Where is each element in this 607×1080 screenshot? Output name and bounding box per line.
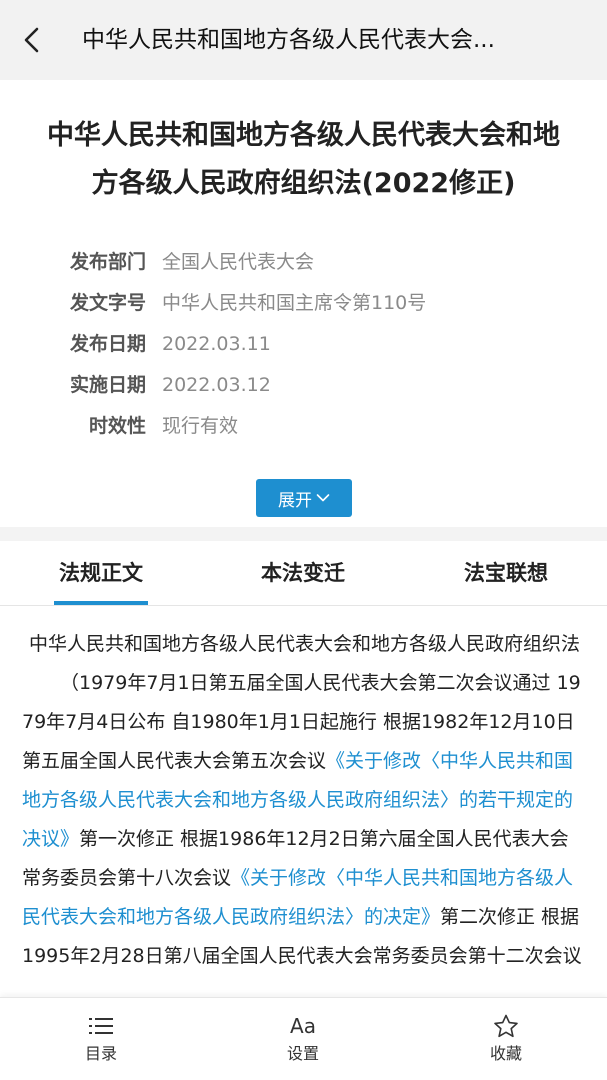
meta-label: 发布日期 xyxy=(69,333,146,355)
back-button[interactable] xyxy=(12,20,52,60)
document-title-line1: 中华人民共和国地方各级人民代表大会和地 xyxy=(47,120,560,151)
meta-label: 时效性 xyxy=(88,415,146,437)
meta-row-validity: 时效性 现行有效 xyxy=(0,406,607,447)
toc-label: 目录 xyxy=(84,1044,117,1063)
active-tab-indicator xyxy=(54,601,148,605)
settings-label: 设置 xyxy=(286,1044,319,1063)
meta-label: 发布部门 xyxy=(69,251,146,273)
meta-row-doc-number: 发文字号 中华人民共和国主席令第110号 xyxy=(0,283,607,324)
favorite-button[interactable]: 收藏 xyxy=(446,998,566,1080)
meta-value: 2022.03.12 xyxy=(162,374,271,396)
meta-value: 中华人民共和国主席令第110号 xyxy=(162,292,427,314)
section-divider xyxy=(0,527,607,541)
meta-row-publish-date: 发布日期 2022.03.11 xyxy=(0,324,607,365)
law-content: 中华人民共和国地方各级人民代表大会和地方各级人民政府组织法 （1979年7月1日… xyxy=(22,625,587,997)
law-preamble: （1979年7月1日第五届全国人民代表大会第二次会议通过 1979年7月4日公布… xyxy=(22,664,587,976)
expand-button-label: 展开 xyxy=(278,490,312,511)
document-title: 中华人民共和国地方各级人民代表大会和地 方各级人民政府组织法(2022修正) xyxy=(0,112,607,208)
tab-law-text[interactable]: 法规正文 xyxy=(54,541,148,606)
settings-button[interactable]: Aa 设置 xyxy=(243,998,363,1080)
expand-button[interactable]: 展开 xyxy=(256,479,352,517)
tab-bar: 法规正文 本法变迁 法宝联想 xyxy=(0,541,607,606)
tab-related[interactable]: 法宝联想 xyxy=(456,541,556,606)
meta-label: 发文字号 xyxy=(69,292,146,314)
list-icon xyxy=(89,1018,113,1034)
meta-value: 2022.03.11 xyxy=(162,333,271,355)
document-title-line2: 方各级人民政府组织法(2022修正) xyxy=(91,168,516,199)
bottom-toolbar: 目录 Aa 设置 收藏 xyxy=(0,997,607,1080)
font-size-icon: Aa xyxy=(290,1014,316,1038)
meta-value: 全国人民代表大会 xyxy=(162,251,315,273)
toc-button[interactable]: 目录 xyxy=(41,998,161,1080)
chevron-down-icon xyxy=(316,494,330,502)
nav-bar: 中华人民共和国地方各级人民代表大会... xyxy=(0,0,607,80)
meta-row-department: 发布部门 全国人民代表大会 xyxy=(0,242,607,283)
chevron-left-icon xyxy=(24,27,39,53)
meta-label: 实施日期 xyxy=(69,374,146,396)
favorite-label: 收藏 xyxy=(489,1044,522,1063)
meta-value: 现行有效 xyxy=(162,415,239,437)
law-heading: 中华人民共和国地方各级人民代表大会和地方各级人民政府组织法 xyxy=(28,633,580,655)
meta-row-effective-date: 实施日期 2022.03.12 xyxy=(0,365,607,406)
nav-title: 中华人民共和国地方各级人民代表大会... xyxy=(82,27,495,53)
star-icon xyxy=(494,1014,518,1038)
tab-law-history[interactable]: 本法变迁 xyxy=(253,541,353,606)
